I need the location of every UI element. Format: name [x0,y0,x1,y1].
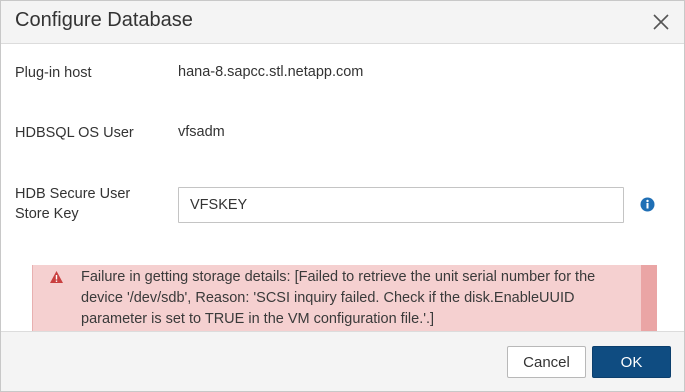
hdbsql-user-value: vfsadm [178,124,225,140]
secure-store-key-input[interactable] [178,187,624,223]
info-icon[interactable] [640,197,655,212]
plugin-host-value: hana-8.sapcc.stl.netapp.com [178,64,364,80]
close-icon[interactable] [651,12,671,32]
dialog-body: Plug-in host hana-8.sapcc.stl.netapp.com… [1,44,684,331]
error-alert: Failure in getting storage details: [Fai… [32,265,657,331]
error-scrollbar[interactable] [641,265,657,331]
ok-button[interactable]: OK [592,346,671,378]
error-message: Failure in getting storage details: [Fai… [81,269,596,327]
dialog-title: Configure Database [15,9,193,31]
plugin-host-label: Plug-in host [15,65,92,81]
warning-icon [49,270,64,284]
dialog-footer: Cancel OK [1,331,684,391]
configure-database-dialog: Configure Database Plug-in host hana-8.s… [0,0,685,392]
secure-store-key-label: HDB Secure User Store Key [15,186,131,222]
dialog-header: Configure Database [1,1,684,44]
cancel-button[interactable]: Cancel [507,346,586,378]
hdbsql-user-label: HDBSQL OS User [15,125,134,141]
